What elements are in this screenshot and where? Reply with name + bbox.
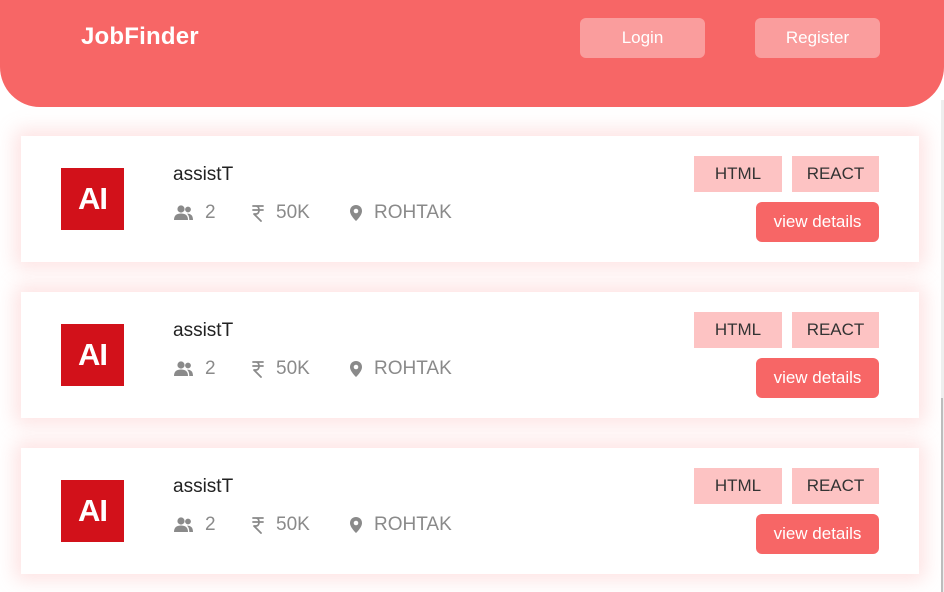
salary-info: 50K xyxy=(251,514,310,536)
openings-info: 2 xyxy=(173,514,216,536)
view-details-button[interactable]: view details xyxy=(756,202,879,242)
job-card: AI assistT 2 50K ROHTAK HTML REACT view … xyxy=(21,448,919,574)
skill-tag[interactable]: HTML xyxy=(694,312,782,348)
people-icon xyxy=(173,205,194,221)
scrollbar-thumb[interactable] xyxy=(941,398,943,592)
rupee-icon xyxy=(251,204,265,222)
location-info: ROHTAK xyxy=(349,358,452,380)
openings-count: 2 xyxy=(205,202,216,223)
salary-info: 50K xyxy=(251,358,310,380)
skill-tag[interactable]: REACT xyxy=(792,312,879,348)
skill-tag[interactable]: HTML xyxy=(694,468,782,504)
openings-info: 2 xyxy=(173,358,216,380)
company-logo: AI xyxy=(61,480,124,542)
job-card: AI assistT 2 50K ROHTAK HTML REACT view … xyxy=(21,136,919,262)
people-icon xyxy=(173,517,194,533)
location-value: ROHTAK xyxy=(374,358,452,379)
brand-logo[interactable]: JobFinder xyxy=(81,23,199,51)
location-pin-icon xyxy=(349,516,363,534)
register-button[interactable]: Register xyxy=(755,18,880,58)
salary-value: 50K xyxy=(276,202,310,223)
company-logo: AI xyxy=(61,324,124,386)
job-title: assistT xyxy=(173,164,234,185)
skill-tag[interactable]: REACT xyxy=(792,156,879,192)
location-pin-icon xyxy=(349,204,363,222)
salary-info: 50K xyxy=(251,202,310,224)
rupee-icon xyxy=(251,516,265,534)
login-button[interactable]: Login xyxy=(580,18,705,58)
people-icon xyxy=(173,361,194,377)
skill-tag[interactable]: HTML xyxy=(694,156,782,192)
salary-value: 50K xyxy=(276,514,310,535)
job-title: assistT xyxy=(173,476,234,497)
job-title: assistT xyxy=(173,320,234,341)
location-value: ROHTAK xyxy=(374,514,452,535)
skill-tag[interactable]: REACT xyxy=(792,468,879,504)
job-card: AI assistT 2 50K ROHTAK HTML REACT view … xyxy=(21,292,919,418)
openings-count: 2 xyxy=(205,514,216,535)
page: JobFinder Login Register AI assistT 2 50… xyxy=(0,0,944,592)
openings-info: 2 xyxy=(173,202,216,224)
company-logo: AI xyxy=(61,168,124,230)
view-details-button[interactable]: view details xyxy=(756,358,879,398)
view-details-button[interactable]: view details xyxy=(756,514,879,554)
salary-value: 50K xyxy=(276,358,310,379)
rupee-icon xyxy=(251,360,265,378)
openings-count: 2 xyxy=(205,358,216,379)
header: JobFinder Login Register xyxy=(0,0,944,107)
location-info: ROHTAK xyxy=(349,202,452,224)
location-value: ROHTAK xyxy=(374,202,452,223)
location-pin-icon xyxy=(349,360,363,378)
location-info: ROHTAK xyxy=(349,514,452,536)
